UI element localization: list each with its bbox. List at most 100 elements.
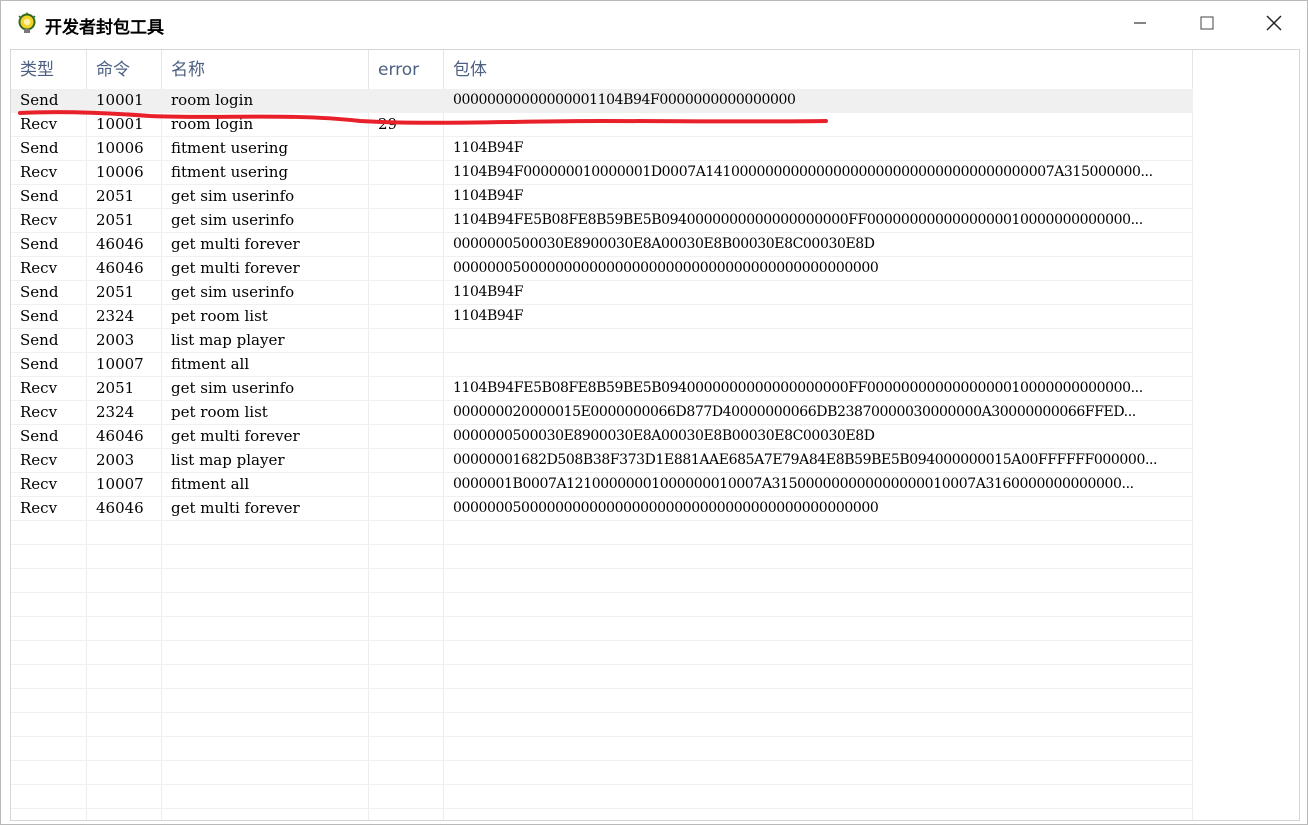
cell-payload <box>444 329 1193 353</box>
table-row[interactable] <box>11 713 1193 737</box>
cell-type: Send <box>20 307 59 325</box>
table-row[interactable]: Recv 10006 fitment usering 1104B94F00000001… <box>11 161 1193 185</box>
column-header-command[interactable]: 命令 <box>87 50 162 90</box>
lightbulb-gear-icon <box>16 12 38 34</box>
cell-error <box>369 305 444 329</box>
cell-payload: 1104B94F <box>453 140 524 156</box>
cell-error <box>369 89 444 113</box>
cell-type: Recv <box>20 163 58 181</box>
column-header-payload[interactable]: 包体 <box>444 50 1193 90</box>
table-row[interactable]: Recv 10001 room login 29 <box>11 113 1193 137</box>
table-row[interactable]: Send 2051 get sim userinfo 1104B94F <box>11 185 1193 209</box>
table-row[interactable] <box>11 569 1193 593</box>
cell-payload: 00000001682D508B38F373D1E881AAE685A7E79A… <box>453 452 1158 468</box>
cell-name: room login <box>171 91 254 109</box>
minimize-icon <box>1134 22 1146 24</box>
column-header-empty <box>1193 50 1299 90</box>
cell-type: Send <box>20 139 59 157</box>
cell-name: fitment usering <box>171 139 289 157</box>
table-row[interactable]: Send 46046 get multi forever 0000000500030E… <box>11 233 1193 257</box>
table-row[interactable]: Send 10006 fitment usering 1104B94F <box>11 137 1193 161</box>
cell-type: Recv <box>20 379 58 397</box>
table-row[interactable]: Recv 46046 get multi forever 00000005000000… <box>11 257 1193 281</box>
column-header-type[interactable]: 类型 <box>11 50 87 90</box>
cell-command: 2324 <box>96 403 135 421</box>
cell-type: Recv <box>20 259 58 277</box>
column-header-error[interactable]: error <box>369 50 444 90</box>
cell-payload: 0000000500000000000000000000000000000000… <box>453 500 879 516</box>
cell-type: Send <box>20 427 59 445</box>
cell-payload: 0000000500030E8900030E8A00030E8B00030E8C… <box>453 428 875 444</box>
cell-error <box>369 425 444 449</box>
cell-error <box>369 281 444 305</box>
cell-command: 2324 <box>96 307 135 325</box>
maximize-icon <box>1200 16 1214 30</box>
minimize-button[interactable] <box>1107 1 1173 45</box>
cell-error <box>369 473 444 497</box>
close-button[interactable] <box>1241 1 1307 45</box>
cell-error <box>369 137 444 161</box>
cell-type: Recv <box>20 475 58 493</box>
cell-error <box>369 257 444 281</box>
cell-name: fitment all <box>171 475 250 493</box>
table-row[interactable]: Send 2051 get sim userinfo 1104B94F <box>11 281 1193 305</box>
cell-error <box>369 329 444 353</box>
table-row[interactable] <box>11 737 1193 761</box>
list-header: 类型 命令 名称 error 包体 <box>11 50 1299 90</box>
cell-type: Send <box>20 355 59 373</box>
cell-payload: 1104B94F000000010000001D0007A14100000000… <box>453 164 1153 180</box>
cell-command: 2051 <box>96 283 135 301</box>
cell-name: list map player <box>171 451 285 469</box>
table-row[interactable]: Recv 2051 get sim userinfo 1104B94FE5B08FE8… <box>11 377 1193 401</box>
table-row[interactable] <box>11 617 1193 641</box>
cell-type: Send <box>20 331 59 349</box>
cell-name: pet room list <box>171 403 268 421</box>
cell-command: 46046 <box>96 427 144 445</box>
cell-payload: 0000000500000000000000000000000000000000… <box>453 260 879 276</box>
table-row[interactable] <box>11 521 1193 545</box>
table-row[interactable] <box>11 641 1193 665</box>
table-row[interactable] <box>11 545 1193 569</box>
table-row[interactable]: Recv 46046 get multi forever 00000005000000… <box>11 497 1193 521</box>
cell-name: get multi forever <box>171 499 300 517</box>
table-row[interactable]: Send 46046 get multi forever 0000000500030E… <box>11 425 1193 449</box>
cell-name: get sim userinfo <box>171 379 295 397</box>
table-row[interactable] <box>11 689 1193 713</box>
cell-command: 10007 <box>96 475 144 493</box>
packet-list[interactable]: 类型 命令 名称 error 包体 Send 10001 room login 000… <box>10 49 1300 821</box>
cell-command: 46046 <box>96 499 144 517</box>
cell-type: Send <box>20 187 59 205</box>
cell-type: Send <box>20 235 59 253</box>
table-row[interactable] <box>11 785 1193 809</box>
cell-command: 46046 <box>96 235 144 253</box>
table-row[interactable]: Recv 2324 pet room list 000000020000015E000… <box>11 401 1193 425</box>
table-row[interactable] <box>11 761 1193 785</box>
cell-command: 2003 <box>96 451 135 469</box>
table-row[interactable]: Send 10007 fitment all <box>11 353 1193 377</box>
cell-name: fitment all <box>171 355 250 373</box>
table-row[interactable]: Recv 2003 list map player 00000001682D508B3… <box>11 449 1193 473</box>
cell-error: 29 <box>378 115 398 133</box>
cell-name: get multi forever <box>171 259 300 277</box>
table-row[interactable]: Send 10001 room login 00000000000000001104B… <box>11 89 1193 113</box>
maximize-button[interactable] <box>1174 1 1240 45</box>
table-row[interactable] <box>11 593 1193 617</box>
cell-command: 2051 <box>96 211 135 229</box>
cell-payload: 1104B94F <box>453 188 524 204</box>
column-header-name[interactable]: 名称 <box>162 50 369 90</box>
cell-payload: 1104B94F <box>453 308 524 324</box>
table-row[interactable]: Send 2324 pet room list 1104B94F <box>11 305 1193 329</box>
table-row[interactable] <box>11 665 1193 689</box>
cell-type: Send <box>20 91 59 109</box>
table-row[interactable]: Recv 2051 get sim userinfo 1104B94FE5B08FE8… <box>11 209 1193 233</box>
cell-type: Recv <box>20 115 58 133</box>
table-row[interactable]: Recv 10007 fitment all 0000001B0007A1210000… <box>11 473 1193 497</box>
cell-payload <box>444 113 1193 137</box>
cell-command: 10001 <box>96 91 144 109</box>
cell-command: 10006 <box>96 139 144 157</box>
cell-error <box>369 185 444 209</box>
cell-payload: 000000020000015E0000000066D877D400000000… <box>453 404 1136 420</box>
title-bar[interactable]: 开发者封包工具 <box>1 1 1307 45</box>
cell-error <box>369 497 444 521</box>
table-row[interactable]: Send 2003 list map player <box>11 329 1193 353</box>
